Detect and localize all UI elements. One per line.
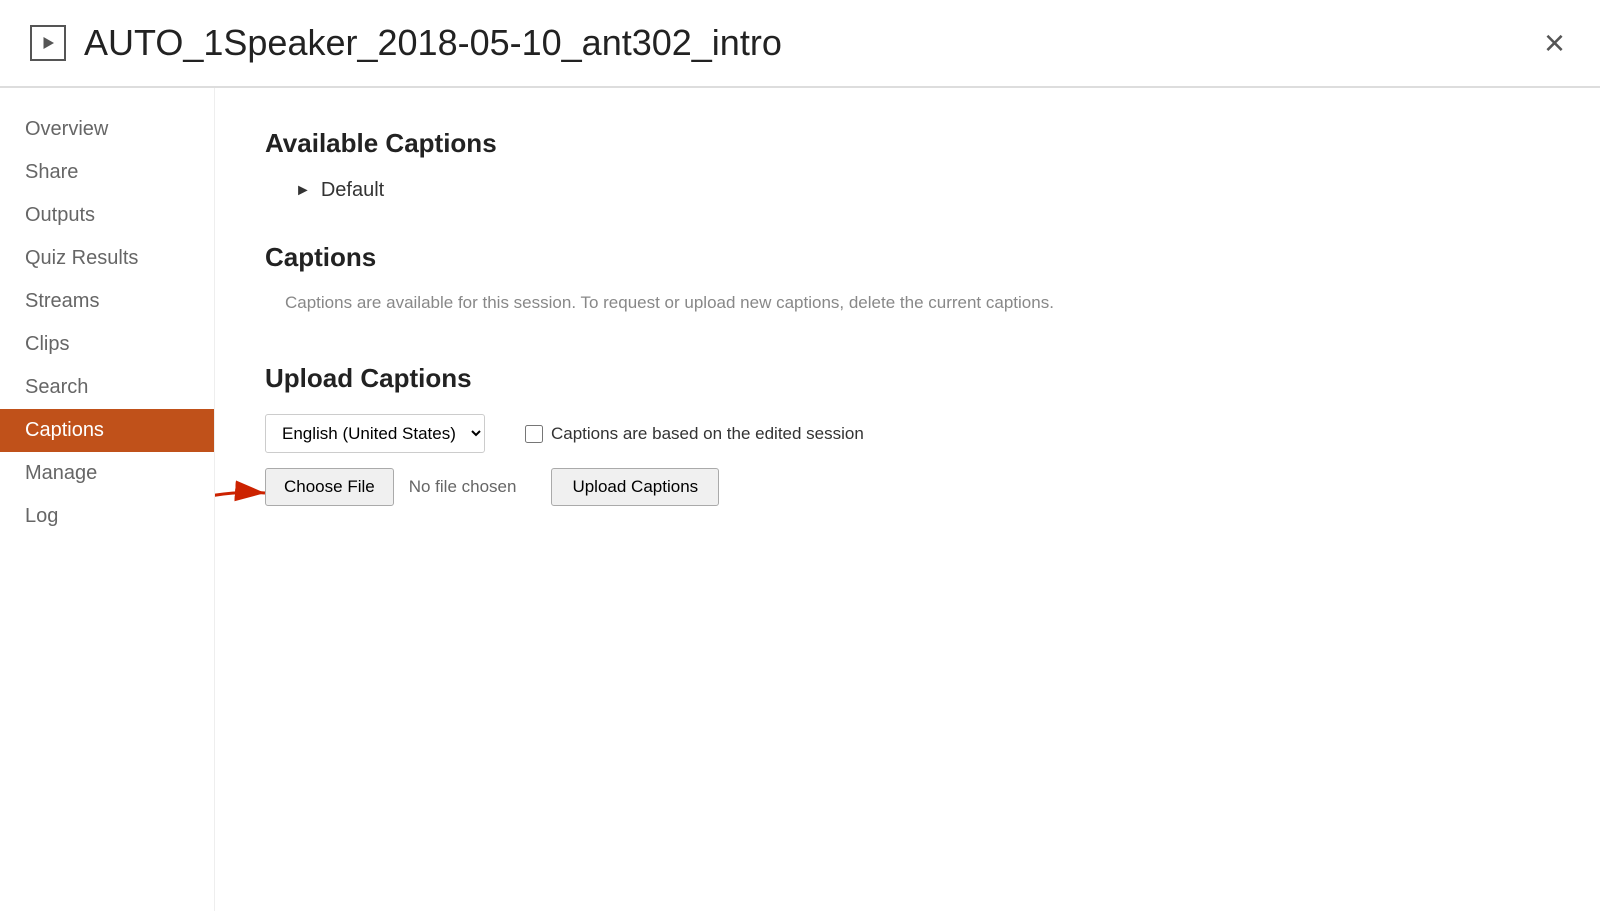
- captions-info-text: Captions are available for this session.…: [265, 293, 1550, 313]
- close-button[interactable]: ×: [1539, 20, 1570, 66]
- sidebar-item-search[interactable]: Search: [0, 366, 214, 409]
- upload-captions-button[interactable]: Upload Captions: [551, 468, 719, 506]
- modal-body: Overview Share Outputs Quiz Results Stre…: [0, 88, 1600, 911]
- sidebar-item-captions[interactable]: Captions: [0, 409, 214, 452]
- modal-header: AUTO_1Speaker_2018-05-10_ant302_intro ×: [0, 0, 1600, 87]
- default-caption-item[interactable]: ► Default: [265, 179, 1550, 202]
- no-file-text: No file chosen: [409, 477, 517, 497]
- upload-captions-title: Upload Captions: [265, 363, 1550, 394]
- available-captions-title: Available Captions: [265, 128, 1550, 159]
- edited-session-checkbox[interactable]: [525, 425, 543, 443]
- main-content: Available Captions ► Default Captions Ca…: [215, 88, 1600, 911]
- edited-session-label: Captions are based on the edited session: [551, 424, 864, 444]
- choose-file-button[interactable]: Choose File: [265, 468, 394, 506]
- sidebar-item-outputs[interactable]: Outputs: [0, 194, 214, 237]
- default-caption-label: Default: [321, 179, 384, 202]
- captions-title: Captions: [265, 242, 1550, 273]
- upload-captions-section: Upload Captions English (United States) …: [265, 363, 1550, 506]
- sidebar-item-manage[interactable]: Manage: [0, 452, 214, 495]
- sidebar-item-streams[interactable]: Streams: [0, 280, 214, 323]
- edited-session-checkbox-label[interactable]: Captions are based on the edited session: [525, 424, 864, 444]
- available-captions-section: Available Captions ► Default: [265, 128, 1550, 202]
- captions-section: Captions Captions are available for this…: [265, 242, 1550, 313]
- modal-title: AUTO_1Speaker_2018-05-10_ant302_intro: [84, 22, 1539, 64]
- sidebar-item-clips[interactable]: Clips: [0, 323, 214, 366]
- language-select[interactable]: English (United States) English (UK) Spa…: [265, 414, 485, 453]
- sidebar-item-share[interactable]: Share: [0, 151, 214, 194]
- upload-options-row: English (United States) English (UK) Spa…: [265, 414, 1550, 453]
- sidebar-item-quiz-results[interactable]: Quiz Results: [0, 237, 214, 280]
- sidebar: Overview Share Outputs Quiz Results Stre…: [0, 88, 215, 911]
- file-upload-row: Choose File No file chosen Upload Captio…: [265, 468, 1550, 506]
- sidebar-item-overview[interactable]: Overview: [0, 108, 214, 151]
- modal-container: AUTO_1Speaker_2018-05-10_ant302_intro × …: [0, 0, 1600, 911]
- file-upload-wrapper: Choose File No file chosen Upload Captio…: [265, 468, 1550, 506]
- video-play-icon: [30, 25, 66, 61]
- chevron-right-icon: ►: [295, 182, 311, 200]
- sidebar-item-log[interactable]: Log: [0, 495, 214, 538]
